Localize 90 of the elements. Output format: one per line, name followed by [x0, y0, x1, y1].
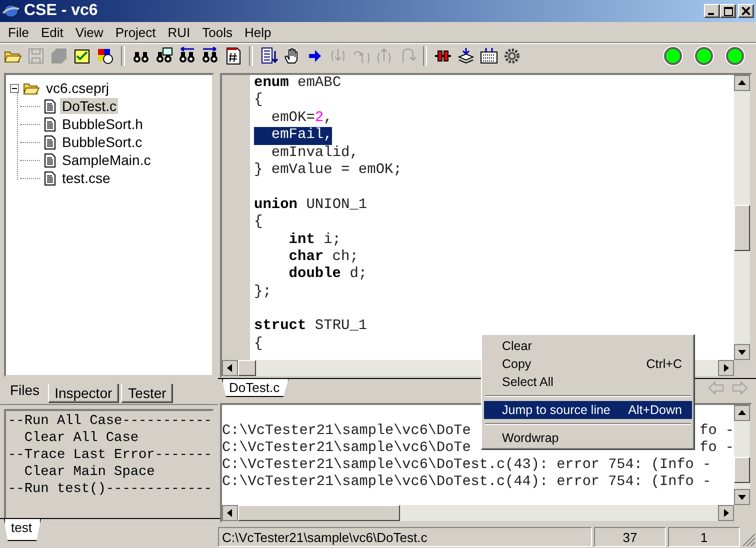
tree-item[interactable]: SampleMain.c [60, 152, 153, 168]
tree-item[interactable]: BubbleSort.c [60, 134, 144, 150]
folder-icon [23, 82, 40, 94]
code-line: { [254, 336, 263, 354]
menu-item[interactable]: File [2, 24, 35, 40]
file-path: C:\VcTester21\sample\vc6\DoTest.c [218, 527, 592, 547]
command-item[interactable]: Clear Main Space [8, 464, 212, 481]
menu-item[interactable]: Clear [484, 337, 692, 355]
menu-item[interactable]: Wordwrap [484, 429, 692, 447]
binoculars-right-arrow-icon[interactable] [201, 47, 219, 65]
menu-item[interactable]: Project [109, 24, 162, 40]
menu-item[interactable]: Tools [196, 24, 239, 40]
collapse-icon[interactable] [10, 84, 19, 92]
checklist-icon[interactable] [73, 47, 91, 65]
calendar-icon[interactable] [480, 47, 498, 65]
menu-item[interactable]: Select All [484, 373, 692, 391]
vertical-scrollbar[interactable] [734, 75, 750, 360]
output-line[interactable]: C:\VcTester21\sample\vc6\DoTe [222, 440, 471, 457]
output-line[interactable]: C:\VcTester21\sample\vc6\DoTe [222, 423, 471, 440]
window-title: CSE - vc6 [24, 2, 99, 20]
code-line: union UNION_1 [254, 196, 368, 214]
tab[interactable]: test [4, 519, 41, 541]
menu-item[interactable]: View [69, 24, 110, 40]
right-arrow-icon[interactable] [306, 47, 324, 65]
scroll-left-button[interactable] [222, 505, 238, 521]
scroll-down-button[interactable] [734, 344, 750, 360]
close-button[interactable] [738, 4, 754, 18]
scroll-right-button[interactable] [718, 360, 734, 376]
scroll-up-button[interactable] [734, 405, 750, 421]
document-icon [44, 134, 56, 150]
minimize-button[interactable] [704, 4, 720, 18]
code-line: }; [254, 284, 272, 302]
scroll-thumb[interactable] [734, 205, 750, 251]
document-icon [44, 170, 56, 186]
document-icon [44, 116, 56, 132]
code-line: double d; [288, 266, 368, 284]
hash-page-icon[interactable] [224, 47, 242, 65]
vertical-scrollbar[interactable] [734, 405, 750, 505]
tree-item[interactable]: DoTest.c [60, 98, 118, 114]
scroll-thumb[interactable] [734, 457, 750, 483]
scroll-right-button[interactable] [718, 505, 734, 521]
menu-item[interactable]: Copy Ctrl+C [484, 355, 692, 373]
column-number: 1 [668, 527, 740, 547]
scroll-thumb[interactable] [238, 505, 400, 521]
code-line: } emValue = emOK; [254, 162, 402, 180]
app-logo-icon [2, 3, 20, 19]
tree-item[interactable]: BubbleSort.h [60, 116, 145, 132]
menu-item[interactable]: Jump to source line Alt+Down [484, 401, 692, 419]
scroll-thumb[interactable] [238, 360, 256, 376]
output-line[interactable]: fo - [700, 440, 734, 457]
output-line[interactable]: C:\VcTester21\sample\vc6\DoTest.c(43): error 754: (Info - [222, 457, 712, 474]
tab[interactable]: Inspector [48, 384, 120, 403]
binoculars-window-icon[interactable] [155, 47, 173, 65]
menu-item[interactable]: RUI [162, 24, 196, 40]
document-icon [44, 152, 56, 168]
code-line: char ch; [288, 248, 358, 266]
code-line: enum emABC [254, 75, 342, 92]
command-item[interactable]: --Trace Last Error------- [8, 447, 212, 464]
resize-grip-icon[interactable] [742, 533, 756, 547]
menu-item[interactable]: Help [238, 24, 278, 40]
tab[interactable]: Tester [121, 384, 174, 403]
line-number: 37 [594, 527, 666, 547]
code-line: int i; [288, 232, 342, 249]
color-palette-icon[interactable] [96, 47, 114, 65]
tree-item[interactable]: vc6.cseprj [44, 80, 112, 96]
scroll-down-button[interactable] [734, 489, 750, 505]
menu-item[interactable]: Edit [34, 24, 70, 40]
code-line: { [254, 214, 263, 232]
maximize-icon [724, 6, 732, 16]
output-line[interactable]: fo - [700, 423, 734, 440]
document-icon [44, 98, 56, 114]
horizontal-scrollbar[interactable] [222, 505, 734, 521]
command-item[interactable]: --Run test()------------- [8, 481, 212, 498]
stack-down-arrow-icon[interactable] [457, 47, 475, 65]
scroll-left-button[interactable] [222, 360, 238, 376]
command-item[interactable]: Clear All Case [8, 430, 212, 447]
code-line: { [254, 92, 263, 110]
code-line: emOK=2, [270, 110, 332, 128]
settings-icon[interactable] [503, 47, 521, 65]
close-icon [742, 7, 750, 15]
binoculars-left-arrow-icon[interactable] [178, 47, 196, 65]
code-line: struct STRU_1 [254, 318, 368, 336]
tab[interactable]: DoTest.c [222, 379, 289, 397]
document-down-arrow-icon[interactable] [260, 47, 278, 65]
scroll-up-button[interactable] [734, 75, 750, 91]
code-line: emInvalid, [270, 144, 358, 162]
tree-item[interactable]: test.cse [60, 170, 112, 186]
output-line[interactable]: C:\VcTester21\sample\vc6\DoTest.c(44): error 754: (Info - [222, 474, 712, 491]
command-item[interactable]: --Run All Case----------- [8, 413, 212, 430]
maximize-button[interactable] [720, 4, 736, 18]
